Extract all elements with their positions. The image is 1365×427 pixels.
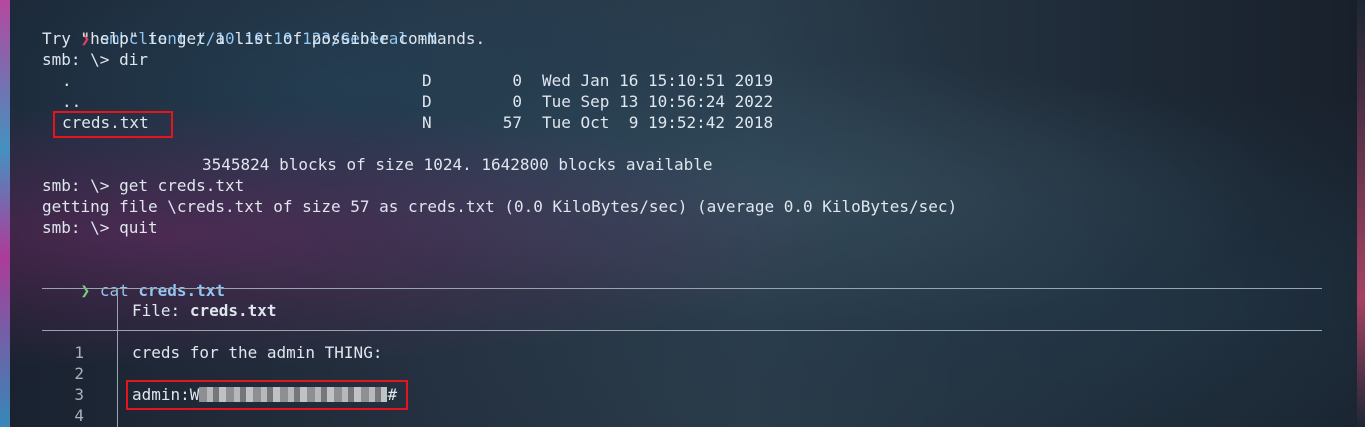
dir-entry-name: ..: [62, 92, 82, 111]
dir-entry-type: N: [422, 113, 432, 132]
wallpaper-edge-right: [1357, 0, 1365, 427]
credential-highlight: [126, 380, 408, 410]
bat-file-name: creds.txt: [189, 301, 277, 320]
bat-header-gutter-rule: [117, 288, 118, 331]
line-number: 3: [74, 385, 84, 404]
dir-entry-type: D: [422, 92, 432, 111]
line-number: 4: [74, 406, 84, 425]
help-hint-line: Try "help" to get a list of possible com…: [42, 29, 486, 48]
cat-command: cat: [99, 281, 129, 300]
dir-entry-date: Tue Oct 9 19:52:42 2018: [542, 113, 774, 132]
bat-gutter-rule: [117, 330, 118, 427]
dir-entry-size: 57: [502, 113, 522, 132]
line-number: 1: [74, 343, 84, 362]
smbclient-command-line: ❯ smbclient //10.10.10.123/General -N: [42, 7, 437, 48]
line-number: 2: [74, 364, 84, 383]
get-result-line: getting file \creds.txt of size 57 as cr…: [42, 197, 958, 216]
get-command-line: smb: \> get creds.txt: [42, 176, 245, 195]
bat-header-rule: [42, 330, 1322, 331]
prompt-icon: ❯: [80, 281, 91, 300]
dir-entry-size: 0: [512, 92, 522, 111]
dir-entry-type: D: [422, 71, 432, 90]
dir-command-line: smb: \> dir: [42, 50, 148, 69]
wallpaper-edge-left: [0, 0, 10, 427]
dir-entry-date: Tue Sep 13 10:56:24 2022: [542, 92, 774, 111]
cat-argument: creds.txt: [138, 281, 226, 300]
bat-top-rule: [42, 288, 1322, 289]
dir-entry-date: Wed Jan 16 15:10:51 2019: [542, 71, 774, 90]
bat-file-label: File:: [132, 301, 181, 320]
blocks-info-line: 3545824 blocks of size 1024. 1642800 blo…: [202, 155, 713, 174]
file-line: creds for the admin THING:: [132, 343, 383, 362]
dir-entry-name: .: [62, 71, 72, 90]
cat-command-line: ❯ cat creds.txt: [42, 259, 226, 300]
creds-filename-highlight: [53, 111, 173, 138]
dir-entry-size: 0: [512, 71, 522, 90]
quit-command-line: smb: \> quit: [42, 218, 158, 237]
bat-file-header: File: creds.txt: [132, 300, 277, 321]
